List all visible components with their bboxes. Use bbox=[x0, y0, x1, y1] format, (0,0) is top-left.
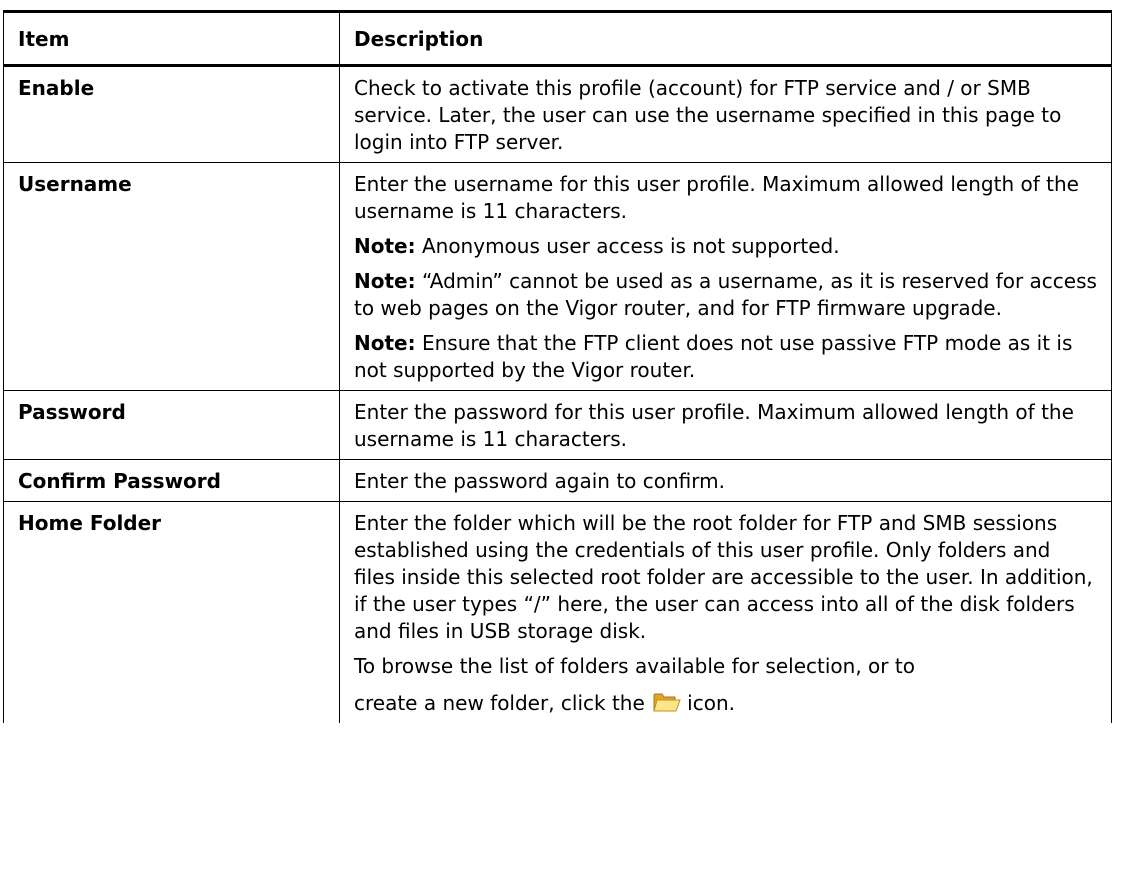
icon-line-before: create a new folder, click the bbox=[354, 691, 645, 715]
item-cell: Home Folder bbox=[3, 501, 340, 723]
description-cell: Check to activate this profile (account)… bbox=[339, 65, 1112, 163]
description-cell: Enter the username for this user profile… bbox=[339, 162, 1112, 391]
note-text: Anonymous user access is not supported. bbox=[415, 234, 840, 258]
table-row-home-folder: Home Folder Enter the folder which will … bbox=[3, 501, 1112, 723]
item-cell: Username bbox=[3, 162, 340, 391]
note-paragraph: Note: Anonymous user access is not suppo… bbox=[354, 233, 1097, 260]
item-cell: Enable bbox=[3, 65, 340, 163]
description-cell: Enter the password for this user profile… bbox=[339, 390, 1112, 460]
folder-open-icon bbox=[653, 693, 681, 712]
note-label: Note: bbox=[354, 331, 416, 355]
description-text: Check to activate this profile (account)… bbox=[354, 76, 1062, 154]
description-cell: Enter the password again to confirm. bbox=[339, 459, 1112, 502]
description-text: To browse the list of folders available … bbox=[354, 654, 915, 717]
icon-line: create a new folder, click the icon. bbox=[354, 690, 735, 717]
description-text: Enter the username for this user profile… bbox=[354, 172, 1079, 223]
table-row-password: Password Enter the password for this use… bbox=[3, 390, 1112, 460]
description-cell: Enter the folder which will be the root … bbox=[339, 501, 1112, 723]
item-cell: Confirm Password bbox=[3, 459, 340, 502]
table-row-confirm-password: Confirm Password Enter the password agai… bbox=[3, 459, 1112, 502]
note-label: Note: bbox=[354, 269, 416, 293]
table-header-row: Item Description bbox=[3, 10, 1112, 67]
header-item: Item bbox=[3, 10, 340, 67]
description-text: Enter the password again to confirm. bbox=[354, 469, 725, 493]
note-text: Ensure that the FTP client does not use … bbox=[354, 331, 1073, 382]
icon-line-after: icon. bbox=[687, 691, 735, 715]
description-table: Item Description Enable Check to activat… bbox=[3, 10, 1112, 723]
note-paragraph: Note: Ensure that the FTP client does no… bbox=[354, 330, 1097, 384]
note-text: “Admin” cannot be used as a username, as… bbox=[354, 269, 1097, 320]
note-label: Note: bbox=[354, 234, 416, 258]
item-cell: Password bbox=[3, 390, 340, 460]
description-text: Enter the folder which will be the root … bbox=[354, 511, 1093, 643]
header-description: Description bbox=[339, 10, 1112, 67]
table-row-enable: Enable Check to activate this profile (a… bbox=[3, 65, 1112, 163]
note-paragraph: Note: “Admin” cannot be used as a userna… bbox=[354, 268, 1097, 322]
description-text: Enter the password for this user profile… bbox=[354, 400, 1074, 451]
table-row-username: Username Enter the username for this use… bbox=[3, 162, 1112, 391]
